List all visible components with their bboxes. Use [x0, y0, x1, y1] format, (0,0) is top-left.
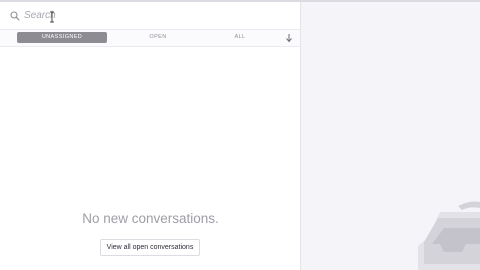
inbox-tray-icon	[418, 201, 480, 270]
tab-all[interactable]: ALL	[210, 32, 270, 43]
app-window: UNASSIGNED OPEN ALL No new conversations…	[0, 0, 480, 270]
search-icon	[10, 10, 20, 21]
tab-unassigned[interactable]: UNASSIGNED	[17, 32, 107, 43]
empty-state-message: No new conversations.	[82, 211, 219, 226]
tab-open[interactable]: OPEN	[128, 32, 188, 43]
conversation-list-panel: UNASSIGNED OPEN ALL No new conversations…	[0, 2, 301, 270]
arrow-down-icon[interactable]	[285, 33, 293, 43]
conversation-filter-tabs: UNASSIGNED OPEN ALL	[0, 30, 300, 47]
view-all-open-conversations-button[interactable]: View all open conversations	[100, 239, 200, 256]
search-bar	[0, 2, 300, 30]
text-cursor-icon	[50, 11, 54, 23]
